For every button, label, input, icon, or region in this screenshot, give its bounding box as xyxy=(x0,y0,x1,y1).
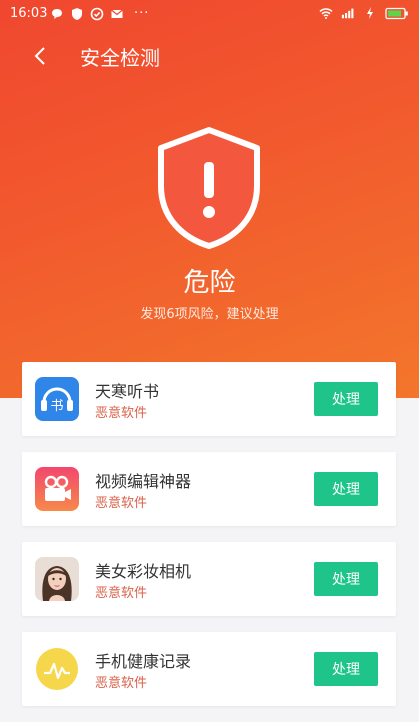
charging-icon xyxy=(367,7,373,19)
list-item: 美女彩妆相机 恶意软件 处理 xyxy=(22,542,396,616)
health-chart-icon xyxy=(35,647,79,691)
headphone-book-icon: 书 xyxy=(35,377,79,421)
list-item: 手机健康记录 恶意软件 处理 xyxy=(22,632,396,706)
notification-icons: ··· xyxy=(50,6,149,21)
warning-shield-icon xyxy=(158,127,260,249)
handle-button[interactable]: 处理 xyxy=(314,472,378,506)
list-item: 书 天寒听书 恶意软件 处理 xyxy=(22,362,396,436)
app-risk-tag: 恶意软件 xyxy=(95,496,148,511)
app-name: 手机健康记录 xyxy=(95,652,192,671)
check-circle-icon xyxy=(90,7,104,20)
app-risk-tag: 恶意软件 xyxy=(95,676,148,691)
wifi-icon xyxy=(319,8,333,19)
status-bar: 16:03 ··· xyxy=(0,0,419,28)
handle-button[interactable]: 处理 xyxy=(314,562,378,596)
app-risk-tag: 恶意软件 xyxy=(95,406,148,421)
risk-level: 危险 xyxy=(183,268,236,298)
page-title: 安全检测 xyxy=(80,46,160,70)
mail-icon xyxy=(111,9,123,18)
back-button[interactable] xyxy=(22,38,58,74)
top-nav: 安全检测 xyxy=(0,28,419,84)
signal-icon xyxy=(341,8,354,19)
video-camera-icon xyxy=(35,467,79,511)
handle-button[interactable]: 处理 xyxy=(314,652,378,686)
more-notifications-icon: ··· xyxy=(134,6,150,21)
app-name: 美女彩妆相机 xyxy=(95,562,192,581)
system-icons xyxy=(319,6,409,20)
danger-shield xyxy=(153,126,265,250)
handle-button[interactable]: 处理 xyxy=(314,382,378,416)
battery-icon xyxy=(385,7,408,19)
chat-bubble-icon xyxy=(52,8,62,19)
app-risk-tag: 恶意软件 xyxy=(95,586,148,601)
risk-app-list: 书 天寒听书 恶意软件 处理 视频编辑神器 恶意软件 处理 美女彩妆相机 恶意软… xyxy=(22,362,396,722)
shield-notification-icon xyxy=(72,7,82,20)
portrait-photo-icon xyxy=(35,557,79,601)
app-name: 视频编辑神器 xyxy=(95,472,192,491)
list-item: 视频编辑神器 恶意软件 处理 xyxy=(22,452,396,526)
chevron-left-icon xyxy=(34,47,45,65)
svg-text:书: 书 xyxy=(50,399,63,414)
app-name: 天寒听书 xyxy=(95,382,160,401)
risk-summary: 发现6项风险，建议处理 xyxy=(140,307,279,322)
status-time: 16:03 xyxy=(10,6,48,21)
